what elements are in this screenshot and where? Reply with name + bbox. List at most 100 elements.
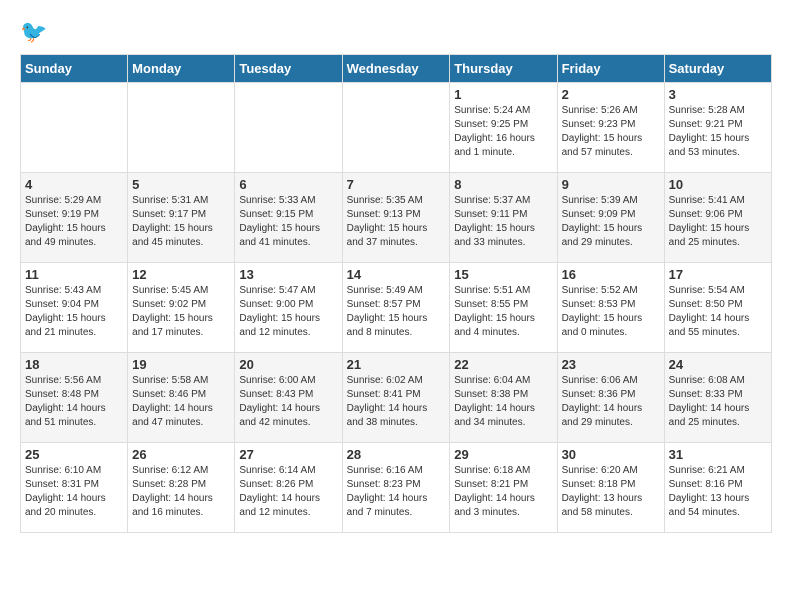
day-detail: Sunrise: 5:33 AM Sunset: 9:15 PM Dayligh… bbox=[239, 194, 337, 250]
day-detail: Sunrise: 5:37 AM Sunset: 9:11 PM Dayligh… bbox=[454, 194, 552, 250]
day-number: 21 bbox=[347, 357, 446, 372]
calendar-week-row: 11 Sunrise: 5:43 AM Sunset: 9:04 PM Dayli… bbox=[21, 263, 772, 353]
header-sunday: Sunday bbox=[21, 55, 128, 83]
day-detail: Sunrise: 6:10 AM Sunset: 8:31 PM Dayligh… bbox=[25, 464, 123, 520]
day-number: 24 bbox=[669, 357, 767, 372]
calendar-cell: 11 Sunrise: 5:43 AM Sunset: 9:04 PM Dayli… bbox=[21, 263, 128, 353]
day-number: 4 bbox=[25, 177, 123, 192]
header-friday: Friday bbox=[557, 55, 664, 83]
day-number: 29 bbox=[454, 447, 552, 462]
calendar-cell: 5Sunrise: 5:31 AM Sunset: 9:17 PM Daylig… bbox=[128, 173, 235, 263]
day-number: 26 bbox=[132, 447, 230, 462]
day-detail: Sunrise: 5:43 AM Sunset: 9:04 PM Dayligh… bbox=[25, 284, 123, 340]
calendar-cell: 15 Sunrise: 5:51 AM Sunset: 8:55 PM Dayli… bbox=[450, 263, 557, 353]
day-detail: Sunrise: 5:54 AM Sunset: 8:50 PM Dayligh… bbox=[669, 284, 767, 340]
day-detail: Sunrise: 6:12 AM Sunset: 8:28 PM Dayligh… bbox=[132, 464, 230, 520]
calendar-cell: 16Sunrise: 5:52 AM Sunset: 8:53 PM Dayli… bbox=[557, 263, 664, 353]
day-number: 22 bbox=[454, 357, 552, 372]
day-number: 18 bbox=[25, 357, 123, 372]
day-detail: Sunrise: 5:47 AM Sunset: 9:00 PM Dayligh… bbox=[239, 284, 337, 340]
calendar-cell: 21 Sunrise: 6:02 AM Sunset: 8:41 PM Dayli… bbox=[342, 353, 450, 443]
calendar-cell: 13 Sunrise: 5:47 AM Sunset: 9:00 PM Dayli… bbox=[235, 263, 342, 353]
day-detail: Sunrise: 6:00 AM Sunset: 8:43 PM Dayligh… bbox=[239, 374, 337, 430]
calendar-week-row: 25Sunrise: 6:10 AM Sunset: 8:31 PM Dayli… bbox=[21, 443, 772, 533]
header-wednesday: Wednesday bbox=[342, 55, 450, 83]
calendar-cell: 6 Sunrise: 5:33 AM Sunset: 9:15 PM Daylig… bbox=[235, 173, 342, 263]
calendar-cell bbox=[128, 83, 235, 173]
calendar-week-row: 4 Sunrise: 5:29 AM Sunset: 9:19 PM Daylig… bbox=[21, 173, 772, 263]
calendar-table: SundayMondayTuesdayWednesdayThursdayFrid… bbox=[20, 54, 772, 533]
day-number: 12 bbox=[132, 267, 230, 282]
day-detail: Sunrise: 6:04 AM Sunset: 8:38 PM Dayligh… bbox=[454, 374, 552, 430]
day-detail: Sunrise: 5:29 AM Sunset: 9:19 PM Dayligh… bbox=[25, 194, 123, 250]
day-number: 6 bbox=[239, 177, 337, 192]
calendar-cell: 14 Sunrise: 5:49 AM Sunset: 8:57 PM Dayli… bbox=[342, 263, 450, 353]
day-detail: Sunrise: 5:51 AM Sunset: 8:55 PM Dayligh… bbox=[454, 284, 552, 340]
day-number: 23 bbox=[562, 357, 660, 372]
day-detail: Sunrise: 6:08 AM Sunset: 8:33 PM Dayligh… bbox=[669, 374, 767, 430]
day-detail: Sunrise: 6:16 AM Sunset: 8:23 PM Dayligh… bbox=[347, 464, 446, 520]
day-number: 7 bbox=[347, 177, 446, 192]
day-number: 5 bbox=[132, 177, 230, 192]
day-detail: Sunrise: 6:02 AM Sunset: 8:41 PM Dayligh… bbox=[347, 374, 446, 430]
calendar-cell: 2 Sunrise: 5:26 AM Sunset: 9:23 PM Daylig… bbox=[557, 83, 664, 173]
day-detail: Sunrise: 5:45 AM Sunset: 9:02 PM Dayligh… bbox=[132, 284, 230, 340]
calendar-cell: 10 Sunrise: 5:41 AM Sunset: 9:06 PM Dayli… bbox=[664, 173, 771, 263]
logo-bird-icon: 🐦 bbox=[20, 20, 47, 44]
day-detail: Sunrise: 5:56 AM Sunset: 8:48 PM Dayligh… bbox=[25, 374, 123, 430]
calendar-cell: 3Sunrise: 5:28 AM Sunset: 9:21 PM Daylig… bbox=[664, 83, 771, 173]
calendar-cell: 22 Sunrise: 6:04 AM Sunset: 8:38 PM Dayli… bbox=[450, 353, 557, 443]
header-thursday: Thursday bbox=[450, 55, 557, 83]
calendar-cell: 30 Sunrise: 6:20 AM Sunset: 8:18 PM Dayli… bbox=[557, 443, 664, 533]
calendar-cell bbox=[235, 83, 342, 173]
day-detail: Sunrise: 5:28 AM Sunset: 9:21 PM Dayligh… bbox=[669, 104, 767, 160]
day-detail: Sunrise: 6:06 AM Sunset: 8:36 PM Dayligh… bbox=[562, 374, 660, 430]
day-number: 15 bbox=[454, 267, 552, 282]
calendar-week-row: 18 Sunrise: 5:56 AM Sunset: 8:48 PM Dayli… bbox=[21, 353, 772, 443]
calendar-cell: 28 Sunrise: 6:16 AM Sunset: 8:23 PM Dayli… bbox=[342, 443, 450, 533]
calendar-cell: 8 Sunrise: 5:37 AM Sunset: 9:11 PM Daylig… bbox=[450, 173, 557, 263]
calendar-header-row: SundayMondayTuesdayWednesdayThursdayFrid… bbox=[21, 55, 772, 83]
day-number: 17 bbox=[669, 267, 767, 282]
day-detail: Sunrise: 5:49 AM Sunset: 8:57 PM Dayligh… bbox=[347, 284, 446, 340]
day-detail: Sunrise: 5:35 AM Sunset: 9:13 PM Dayligh… bbox=[347, 194, 446, 250]
calendar-cell: 17 Sunrise: 5:54 AM Sunset: 8:50 PM Dayli… bbox=[664, 263, 771, 353]
calendar-cell bbox=[342, 83, 450, 173]
calendar-cell: 26 Sunrise: 6:12 AM Sunset: 8:28 PM Dayli… bbox=[128, 443, 235, 533]
logo: 🐦 bbox=[20, 20, 47, 44]
calendar-cell bbox=[21, 83, 128, 173]
day-number: 1 bbox=[454, 87, 552, 102]
header-monday: Monday bbox=[128, 55, 235, 83]
calendar-cell: 24 Sunrise: 6:08 AM Sunset: 8:33 PM Dayli… bbox=[664, 353, 771, 443]
day-detail: Sunrise: 6:18 AM Sunset: 8:21 PM Dayligh… bbox=[454, 464, 552, 520]
calendar-cell: 29 Sunrise: 6:18 AM Sunset: 8:21 PM Dayli… bbox=[450, 443, 557, 533]
calendar-cell: 20Sunrise: 6:00 AM Sunset: 8:43 PM Dayli… bbox=[235, 353, 342, 443]
day-number: 30 bbox=[562, 447, 660, 462]
calendar-week-row: 1Sunrise: 5:24 AM Sunset: 9:25 PM Daylig… bbox=[21, 83, 772, 173]
day-detail: Sunrise: 6:21 AM Sunset: 8:16 PM Dayligh… bbox=[669, 464, 767, 520]
day-detail: Sunrise: 5:26 AM Sunset: 9:23 PM Dayligh… bbox=[562, 104, 660, 160]
calendar-cell: 18 Sunrise: 5:56 AM Sunset: 8:48 PM Dayli… bbox=[21, 353, 128, 443]
calendar-cell: 31 Sunrise: 6:21 AM Sunset: 8:16 PM Dayli… bbox=[664, 443, 771, 533]
day-detail: Sunrise: 6:14 AM Sunset: 8:26 PM Dayligh… bbox=[239, 464, 337, 520]
calendar-cell: 19 Sunrise: 5:58 AM Sunset: 8:46 PM Dayli… bbox=[128, 353, 235, 443]
day-number: 11 bbox=[25, 267, 123, 282]
calendar-cell: 1Sunrise: 5:24 AM Sunset: 9:25 PM Daylig… bbox=[450, 83, 557, 173]
day-number: 16 bbox=[562, 267, 660, 282]
calendar-cell: 27Sunrise: 6:14 AM Sunset: 8:26 PM Dayli… bbox=[235, 443, 342, 533]
day-number: 31 bbox=[669, 447, 767, 462]
day-detail: Sunrise: 5:58 AM Sunset: 8:46 PM Dayligh… bbox=[132, 374, 230, 430]
day-number: 19 bbox=[132, 357, 230, 372]
day-number: 9 bbox=[562, 177, 660, 192]
day-detail: Sunrise: 6:20 AM Sunset: 8:18 PM Dayligh… bbox=[562, 464, 660, 520]
day-detail: Sunrise: 5:41 AM Sunset: 9:06 PM Dayligh… bbox=[669, 194, 767, 250]
day-number: 13 bbox=[239, 267, 337, 282]
day-number: 28 bbox=[347, 447, 446, 462]
day-number: 8 bbox=[454, 177, 552, 192]
day-number: 10 bbox=[669, 177, 767, 192]
day-number: 14 bbox=[347, 267, 446, 282]
page-header: 🐦 bbox=[20, 20, 772, 44]
calendar-cell: 12 Sunrise: 5:45 AM Sunset: 9:02 PM Dayli… bbox=[128, 263, 235, 353]
calendar-cell: 25Sunrise: 6:10 AM Sunset: 8:31 PM Dayli… bbox=[21, 443, 128, 533]
day-number: 2 bbox=[562, 87, 660, 102]
